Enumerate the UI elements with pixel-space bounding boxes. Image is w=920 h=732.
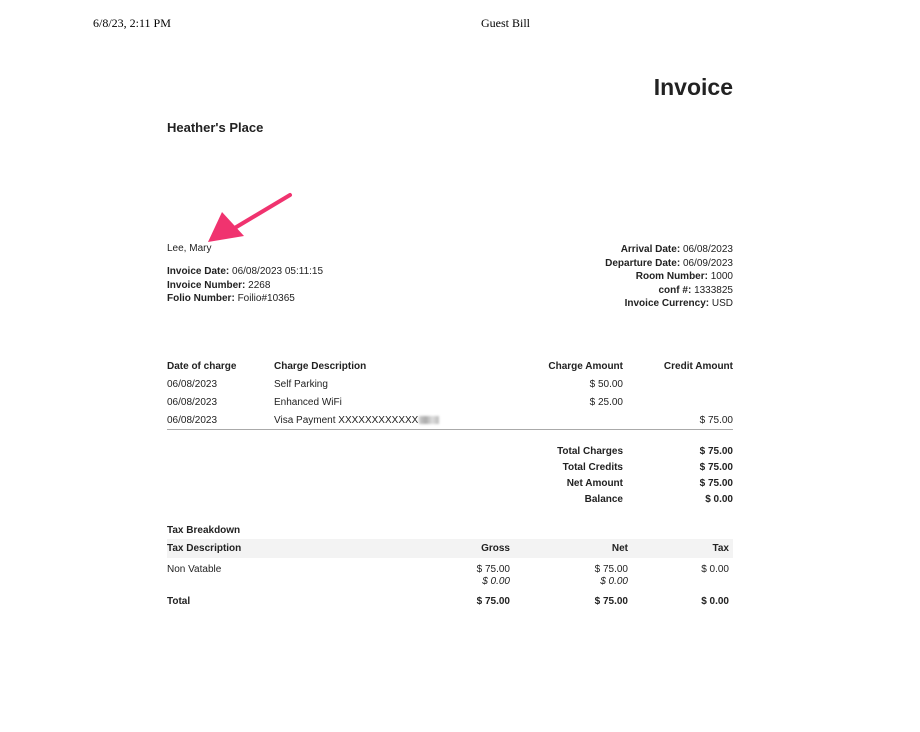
folio-number-label: Folio Number: xyxy=(167,293,235,304)
net-sub-value: $ 0.00 xyxy=(600,576,628,587)
arrival-date-row: Arrival Date: 06/08/2023 xyxy=(605,243,733,257)
conf-number-label: conf #: xyxy=(658,284,692,296)
pointer-arrow-icon xyxy=(208,193,292,242)
tax-total-row: Total $ 75.00 $ 75.00 $ 0.00 xyxy=(167,592,733,610)
table-row: 06/08/2023 Visa Payment XXXXXXXXXXXX $ 7… xyxy=(167,411,733,429)
net-amount-row: Net Amount $ 75.00 xyxy=(500,475,733,491)
currency-value: USD xyxy=(711,298,733,309)
charges-header-row: Date of charge Charge Description Charge… xyxy=(167,358,733,375)
folio-number-value: Foilio#10365 xyxy=(237,293,295,304)
total-charges-label: Total Charges xyxy=(557,445,623,457)
credit-amount xyxy=(623,393,733,411)
invoice-info: Invoice Date: 06/08/2023 05:11:15 Invoic… xyxy=(167,265,323,306)
invoice-number-value: 2268 xyxy=(248,279,271,291)
folio-number-row: Folio Number: Foilio#10365 xyxy=(167,292,323,306)
tax-description-header: Tax Description xyxy=(167,543,242,554)
stay-info: Arrival Date: 06/08/2023 Departure Date:… xyxy=(605,243,733,311)
tax-row: Non Vatable $ 75.00 $ 0.00 $ 75.00 $ 0.0… xyxy=(167,560,733,590)
gross-header: Gross xyxy=(481,543,510,554)
departure-date-value: 06/09/2023 xyxy=(682,257,733,269)
table-row: 06/08/2023 Self Parking $ 50.00 xyxy=(167,375,733,393)
redacted-digits xyxy=(419,415,440,424)
invoice-date-label: Invoice Date: xyxy=(167,266,230,277)
col-credit-header: Credit Amount xyxy=(663,361,733,372)
balance-label: Balance xyxy=(584,493,623,505)
invoice-number-row: Invoice Number: 2268 xyxy=(167,279,323,293)
departure-date-row: Departure Date: 06/09/2023 xyxy=(605,257,733,271)
conf-number-row: conf #: 1333825 xyxy=(605,284,734,298)
col-date-header: Date of charge xyxy=(167,361,237,372)
charge-description: Visa Payment XXXXXXXXXXXX xyxy=(274,414,419,426)
tax-header-row: Tax Description Gross Net Tax xyxy=(167,539,733,558)
charge-amount: $ 50.00 xyxy=(589,378,623,390)
currency-label: Invoice Currency: xyxy=(624,298,710,309)
charge-date: 06/08/2023 xyxy=(167,414,218,426)
room-number-label: Room Number: xyxy=(635,271,708,282)
net-cell: $ 75.00 $ 0.00 xyxy=(595,564,628,587)
tax-value: $ 0.00 xyxy=(701,564,729,575)
balance-row: Balance $ 0.00 xyxy=(500,491,733,507)
tax-total-label: Total xyxy=(167,596,191,607)
col-charge-header: Charge Amount xyxy=(548,361,623,372)
tax-total-net: $ 75.00 xyxy=(594,596,628,607)
totals-block: Total Charges $ 75.00 Total Credits $ 75.0… xyxy=(500,443,733,507)
total-credits-value: $ 75.00 xyxy=(699,461,733,473)
charge-amount: $ 25.00 xyxy=(589,396,623,408)
charge-description-cell: Visa Payment XXXXXXXXXXXX xyxy=(274,411,504,429)
departure-date-label: Departure Date: xyxy=(605,257,681,269)
total-credits-row: Total Credits $ 75.00 xyxy=(500,459,733,475)
print-title: Guest Bill xyxy=(481,16,531,30)
net-value: $ 75.00 xyxy=(594,564,628,575)
currency-row: Invoice Currency: USD xyxy=(605,297,733,311)
tax-total-tax: $ 0.00 xyxy=(701,596,729,607)
room-number-value: 1000 xyxy=(710,271,733,282)
invoice-date-value: 06/08/2023 05:11:15 xyxy=(232,266,324,277)
print-date: 6/8/23, 2:11 PM xyxy=(93,16,171,30)
room-number-row: Room Number: 1000 xyxy=(605,270,733,284)
gross-sub-value: $ 0.00 xyxy=(482,576,510,587)
net-header: Net xyxy=(611,543,628,554)
total-charges-value: $ 75.00 xyxy=(699,445,733,457)
tax-total-gross: $ 75.00 xyxy=(476,596,510,607)
charge-amount xyxy=(504,411,623,429)
invoice-date-row: Invoice Date: 06/08/2023 05:11:15 xyxy=(167,265,323,279)
invoice-title: Invoice xyxy=(653,74,733,100)
charges-table: Date of charge Charge Description Charge… xyxy=(167,358,733,429)
col-description-header: Charge Description xyxy=(274,361,367,372)
balance-value: $ 0.00 xyxy=(705,493,733,505)
charge-description: Self Parking xyxy=(274,378,328,390)
tax-description: Non Vatable xyxy=(167,564,222,575)
tax-header: Tax xyxy=(712,543,730,554)
net-amount-value: $ 75.00 xyxy=(699,477,733,489)
conf-number-value: 1333825 xyxy=(694,284,733,296)
gross-cell: $ 75.00 $ 0.00 xyxy=(477,564,510,587)
tax-breakdown-title: Tax Breakdown xyxy=(167,525,241,536)
credit-amount xyxy=(623,375,733,393)
charge-description: Enhanced WiFi xyxy=(274,396,342,408)
credit-amount: $ 75.00 xyxy=(699,414,733,426)
arrival-date-value: 06/08/2023 xyxy=(682,244,733,255)
hotel-name: Heather's Place xyxy=(167,120,264,135)
arrival-date-label: Arrival Date: xyxy=(620,244,681,255)
divider xyxy=(167,429,733,430)
guest-name: Lee, Mary xyxy=(167,243,212,254)
total-charges-row: Total Charges $ 75.00 xyxy=(500,443,733,459)
net-amount-label: Net Amount xyxy=(566,477,623,489)
charge-date: 06/08/2023 xyxy=(167,378,218,390)
invoice-number-label: Invoice Number: xyxy=(167,279,246,291)
table-row: 06/08/2023 Enhanced WiFi $ 25.00 xyxy=(167,393,733,411)
charge-date: 06/08/2023 xyxy=(167,396,218,408)
gross-value: $ 75.00 xyxy=(476,564,510,575)
total-credits-label: Total Credits xyxy=(562,461,623,473)
